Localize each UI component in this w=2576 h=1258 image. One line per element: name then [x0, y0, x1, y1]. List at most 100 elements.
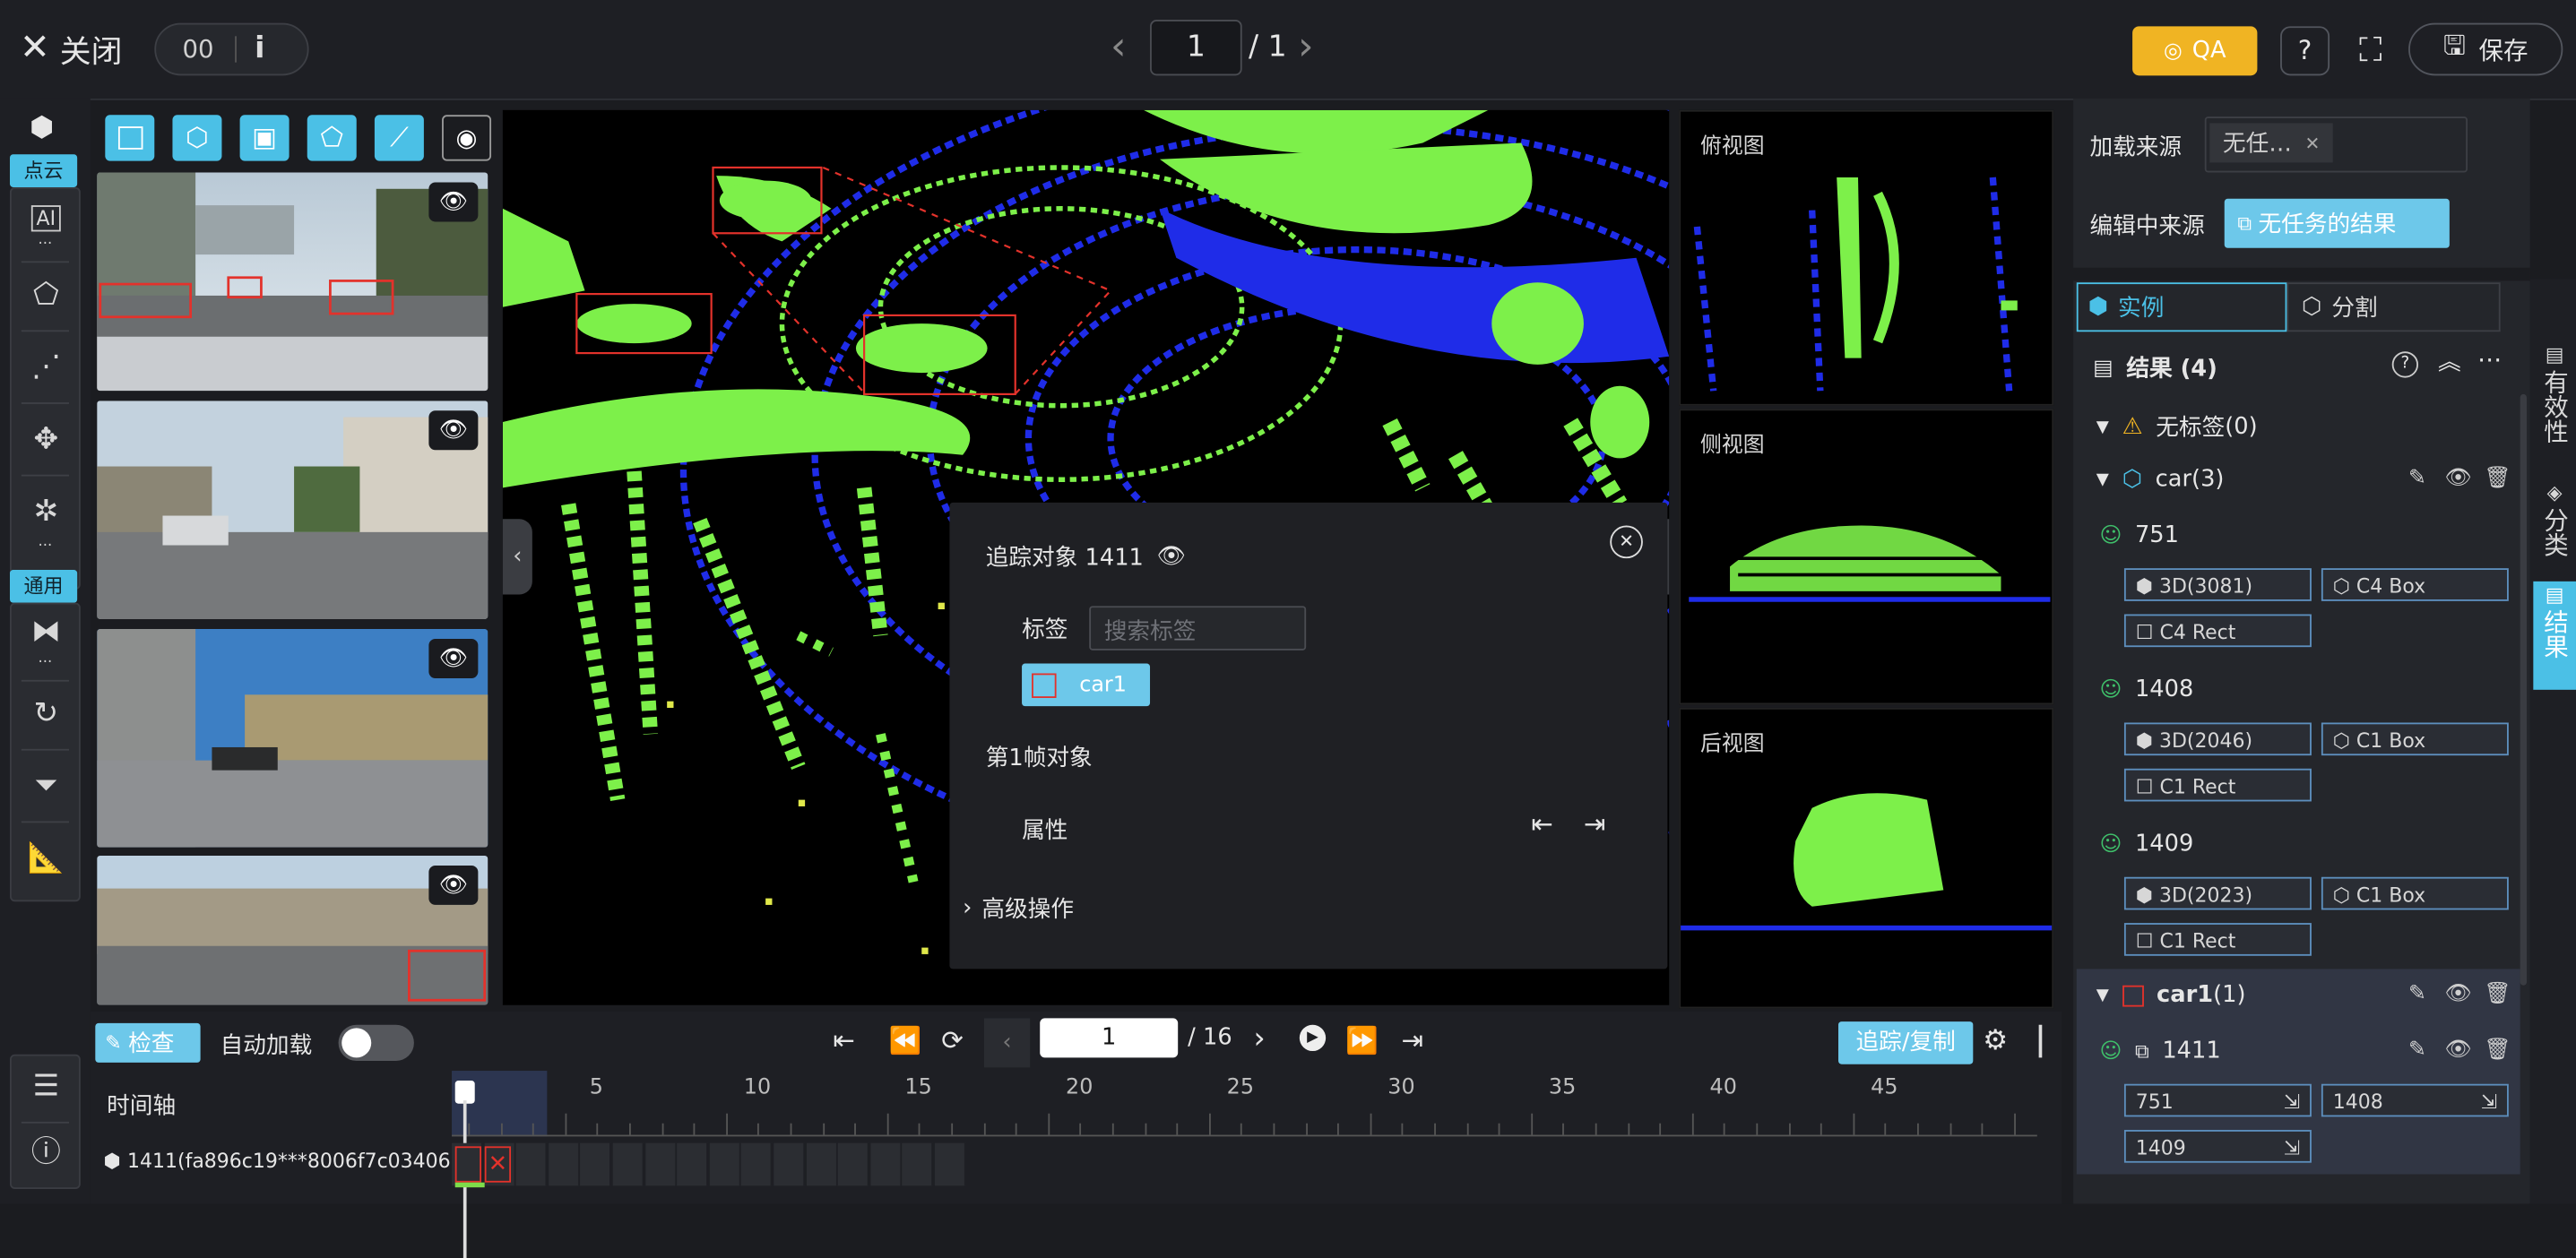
prev-page-icon[interactable]: ‹	[1111, 23, 1127, 69]
keyframe-cell[interactable]: ✕	[484, 1146, 512, 1183]
tag-3d[interactable]: ⬢ 3D(3081)	[2123, 568, 2312, 601]
save-button[interactable]: 🖫 保存	[2408, 22, 2563, 76]
results-help-icon[interactable]: ?	[2391, 351, 2419, 378]
loop-icon[interactable]: ⟳	[941, 1025, 964, 1056]
visibility-eye-icon[interactable]: 👁	[428, 410, 479, 451]
first-frame-icon[interactable]: ⇤	[833, 1025, 855, 1056]
load-source-select[interactable]: 无任… ✕	[2204, 116, 2468, 173]
edit-pencil-icon[interactable]: ✎	[2408, 467, 2426, 491]
tab-classify[interactable]: ◈ 分类	[2533, 479, 2576, 574]
frame-cell[interactable]	[644, 1142, 677, 1186]
group-car1[interactable]: ▼ car1 (1)	[2096, 982, 2246, 1008]
linked-instance[interactable]: 1409 ⇲	[2123, 1130, 2312, 1165]
ruler-icon[interactable]: 📐	[24, 838, 67, 881]
camera-view-4[interactable]: 👁	[97, 855, 488, 1005]
jump-icon[interactable]: ⇲	[2481, 1086, 2497, 1119]
autoload-toggle[interactable]	[338, 1024, 414, 1062]
tag-box[interactable]: ⬡ C4 Box	[2321, 568, 2509, 601]
frame-input[interactable]: 1	[1040, 1018, 1179, 1058]
camera-view-3[interactable]: 👁	[97, 629, 488, 848]
rotate-icon[interactable]: ↻	[24, 693, 67, 736]
rewind-icon[interactable]: ⏪	[889, 1025, 922, 1056]
tab-validity[interactable]: ▤ 有效性	[2533, 341, 2576, 470]
tag-rect[interactable]: ☐ C1 Rect	[2123, 923, 2312, 956]
jump-icon[interactable]: ⇲	[2284, 1132, 2300, 1165]
close-button[interactable]: ✕ 关闭	[20, 26, 122, 72]
instance-1411[interactable]: ☺ ⧉ 1411	[2099, 1038, 2220, 1064]
frame-cell[interactable]	[806, 1142, 838, 1186]
timeline-settings-icon[interactable]: ⚙	[1983, 1025, 2008, 1058]
remove-chip-icon[interactable]: ✕	[2305, 133, 2321, 154]
filter-icon[interactable]: ⏷	[24, 765, 67, 808]
tag-3d[interactable]: ⬢ 3D(2046)	[2123, 722, 2312, 756]
tag-box[interactable]: ⬡ C1 Box	[2321, 722, 2509, 756]
fullscreen-icon[interactable]: ⛶	[2349, 26, 2392, 72]
box-tool-icon[interactable]: ▣	[239, 115, 290, 161]
frame-cell[interactable]	[934, 1142, 966, 1186]
mirror-tool-icon[interactable]: ⧓	[24, 611, 67, 654]
next-frame-icon[interactable]: ›	[1254, 1021, 1266, 1056]
tag-3d[interactable]: ⬢ 3D(2023)	[2123, 876, 2312, 910]
more-options-icon[interactable]: ⋯	[2477, 345, 2502, 375]
delete-trash-icon[interactable]: 🗑	[2484, 1038, 2511, 1062]
tag-search-input[interactable]: 搜索标签	[1089, 606, 1307, 651]
polygon-draw-icon[interactable]: ⬠	[307, 115, 357, 161]
group-unlabeled[interactable]: ▼ ⚠ 无标签 (0)	[2096, 410, 2258, 444]
popup-close-icon[interactable]: ✕	[1610, 525, 1643, 559]
help-icon[interactable]: ?	[2280, 26, 2330, 76]
group-car[interactable]: ▼ ⬡ car (3)	[2096, 467, 2225, 493]
settings-sliders-icon[interactable]: ☰	[24, 1066, 67, 1109]
point-tool-icon[interactable]: ◉	[442, 115, 492, 161]
edit-pencil-icon[interactable]: ✎	[2408, 982, 2426, 1006]
instance-751[interactable]: ☺ 751	[2099, 522, 2179, 548]
delete-trash-icon[interactable]: 🗑	[2484, 982, 2511, 1006]
frame-cell[interactable]	[515, 1142, 548, 1186]
jump-icon[interactable]: ⇲	[2284, 1086, 2300, 1119]
frame-cell[interactable]	[870, 1142, 902, 1186]
cube-tool-icon[interactable]: ⬡	[172, 115, 222, 161]
last-frame-icon[interactable]: ⇥	[1401, 1025, 1423, 1056]
linked-instance[interactable]: 751 ⇲	[2123, 1083, 2312, 1119]
frame-cell[interactable]	[774, 1142, 806, 1186]
tab-segment[interactable]: ⬡ 分割	[2286, 282, 2501, 332]
linked-instance[interactable]: 1408 ⇲	[2321, 1083, 2509, 1119]
visibility-eye-icon[interactable]: 👁	[428, 182, 479, 222]
tag-rect[interactable]: ☐ C4 Rect	[2123, 614, 2312, 648]
polyline-tool-icon[interactable]: ⋰	[24, 347, 67, 390]
visibility-eye-icon[interactable]: 👁	[428, 638, 479, 678]
instance-1409[interactable]: ☺ 1409	[2099, 831, 2193, 857]
timeline-ruler[interactable]: 5 10 15 20 25 30 35 40 45	[452, 1071, 2062, 1258]
cube-icon[interactable]: ⬢	[30, 112, 54, 145]
back-view-panel[interactable]: 后视图	[1679, 707, 2054, 1009]
frame-cell[interactable]	[548, 1142, 580, 1186]
edit-source-button[interactable]: ⧉ 无任务的结果	[2224, 198, 2450, 248]
selected-tag-chip[interactable]: car1	[1022, 663, 1151, 707]
fast-forward-icon[interactable]: ⏩	[1345, 1025, 1379, 1056]
keyframe-cell[interactable]	[454, 1146, 482, 1183]
page-input[interactable]: 1	[1150, 19, 1242, 76]
next-page-icon[interactable]: ›	[1298, 23, 1314, 69]
frame-cell[interactable]	[741, 1142, 774, 1186]
collapse-all-icon[interactable]: ︽	[2438, 345, 2461, 378]
check-button[interactable]: ✎ 检查	[95, 1022, 201, 1063]
tag-box[interactable]: ⬡ C1 Box	[2321, 876, 2509, 910]
polyline-draw-icon[interactable]: ⟋	[374, 115, 424, 161]
camera-view-2[interactable]: 👁	[97, 401, 488, 620]
ai-brain-icon[interactable]: ✲	[24, 491, 67, 534]
rect-tool-icon[interactable]	[105, 115, 155, 161]
tab-results[interactable]: ▤ 结果	[2533, 581, 2576, 690]
eye-icon[interactable]: 👁	[2444, 467, 2471, 491]
prev-frame-icon[interactable]: ‹	[983, 1018, 1031, 1068]
camera-view-1[interactable]: 👁	[97, 172, 488, 392]
qa-button[interactable]: ◎ QA	[2132, 26, 2258, 76]
track-cells[interactable]: ✕	[452, 1142, 978, 1189]
tab-instance[interactable]: ⬢ 实例	[2076, 282, 2287, 332]
play-icon[interactable]: ▶	[1299, 1024, 1327, 1052]
tag-rect[interactable]: ☐ C1 Rect	[2123, 768, 2312, 802]
track-copy-button[interactable]: 追踪/复制	[1838, 1021, 1974, 1064]
expand-attrs-icon[interactable]: ⇥	[1584, 808, 1606, 840]
edit-pencil-icon[interactable]: ✎	[2408, 1038, 2426, 1062]
advanced-ops-toggle[interactable]: › 高级操作	[963, 892, 1074, 925]
info-circle-icon[interactable]: ⓘ	[24, 1132, 67, 1175]
side-view-panel[interactable]: 侧视图	[1679, 409, 2054, 705]
